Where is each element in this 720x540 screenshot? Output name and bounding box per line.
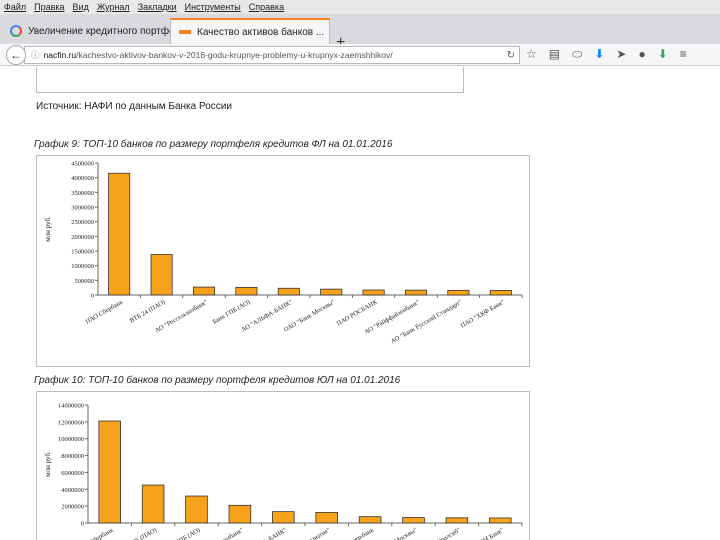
y-tick-label: 1500000 xyxy=(71,249,94,256)
y-tick-label: 2500000 xyxy=(71,219,94,226)
x-tick-label: ВТБ (ПАО) xyxy=(127,527,158,540)
x-tick-label: АО "Банк Русский Стандарт" xyxy=(390,298,464,345)
nav-bar: ⓘ nacfin.ru/kachestvo-aktivov-bankov-v-2… xyxy=(0,44,720,66)
site-favicon-icon xyxy=(179,30,191,34)
y-tick-label: 10000000 xyxy=(58,436,84,443)
menu-history[interactable]: Журнал xyxy=(97,2,130,12)
url-bar[interactable]: ⓘ nacfin.ru/kachestvo-aktivov-bankov-v-2… xyxy=(24,46,520,64)
x-tick-label: ПАО "ХКФ Банк" xyxy=(459,298,506,329)
chart-10-title: График 10: ТОП-10 банков по размеру порт… xyxy=(34,375,401,386)
bar xyxy=(404,289,427,296)
bookmark-star-icon[interactable]: ☆ xyxy=(526,47,537,62)
bar xyxy=(447,289,470,296)
chat-icon[interactable]: ● xyxy=(638,47,645,62)
y-tick-label: 500000 xyxy=(75,278,95,285)
y-tick-label: 3000000 xyxy=(71,205,94,212)
menu-bar: Файл Правка Вид Журнал Закладки Инструме… xyxy=(0,0,720,14)
page-content: Источник: НАФИ по данным Банка России Гр… xyxy=(0,67,720,540)
y-tick-label: 4500000 xyxy=(71,161,94,168)
y-tick-label: 3500000 xyxy=(71,190,94,197)
y-tick-label: 4000000 xyxy=(61,487,84,494)
previous-chart-frame xyxy=(36,67,464,93)
info-icon: ⓘ xyxy=(31,50,40,60)
bar xyxy=(315,512,338,524)
reading-list-icon[interactable]: ▤ xyxy=(549,47,560,62)
send-icon[interactable]: ➤ xyxy=(616,47,626,62)
bar xyxy=(272,511,295,524)
menu-edit[interactable]: Правка xyxy=(34,2,64,12)
menu-file[interactable]: Файл xyxy=(4,2,26,12)
y-tick-label: 1000000 xyxy=(71,263,94,270)
x-tick-label: Банк ГПБ (АО) xyxy=(211,299,251,326)
menu-icon[interactable]: ≡ xyxy=(680,47,687,62)
bar xyxy=(445,517,469,524)
extension-download-icon[interactable]: ⬇ xyxy=(658,47,668,62)
url-host: nacfin.ru xyxy=(43,50,77,60)
bar xyxy=(192,286,215,296)
x-tick-label: ПАО Сбербанк xyxy=(84,298,125,325)
bar xyxy=(108,172,131,296)
menu-help[interactable]: Справка xyxy=(249,2,284,12)
url-path: /kachestvo-aktivov-bankov-v-2016-godu-kr… xyxy=(76,50,393,60)
bar xyxy=(98,420,121,524)
source-note: Источник: НАФИ по данным Банка России xyxy=(36,101,232,112)
bar xyxy=(150,254,173,296)
back-button[interactable]: ← xyxy=(6,45,26,65)
tab-asset-quality[interactable]: Качество активов банков ... × xyxy=(170,18,330,44)
y-tick-label: 8000000 xyxy=(61,453,84,460)
x-tick-label: ПАО "МДМ Банк" xyxy=(457,526,505,540)
pocket-icon[interactable]: ⬭ xyxy=(572,47,582,62)
menu-bookmarks[interactable]: Закладки xyxy=(138,2,177,12)
menu-tools[interactable]: Инструменты xyxy=(185,2,241,12)
bar xyxy=(489,290,512,296)
google-icon xyxy=(10,25,22,37)
x-tick-label: ВТБ 24 (ПАО) xyxy=(129,299,167,325)
bar xyxy=(402,517,425,524)
bar xyxy=(362,289,385,296)
bar xyxy=(185,495,208,524)
y-tick-label: 4000000 xyxy=(71,175,94,182)
tab-credit-growth[interactable]: Увеличение кредитного портфеля крупнейши… xyxy=(2,18,170,44)
y-tick-label: 2000000 xyxy=(61,504,84,511)
y-tick-label: 2000000 xyxy=(71,234,94,241)
chart-9-title: График 9: ТОП-10 банков по размеру портф… xyxy=(34,139,393,150)
tab-title: Качество активов банков ... xyxy=(197,26,325,38)
bar xyxy=(228,504,252,524)
x-tick-label: Банк ГПБ (АО) xyxy=(162,527,202,540)
y-tick-label: 6000000 xyxy=(61,470,84,477)
menu-view[interactable]: Вид xyxy=(73,2,89,12)
toolbar-icons: ☆ ▤ ⬭ ⬇ ➤ ● ⬇ ≡ xyxy=(526,47,687,62)
x-tick-label: ПАО Сбербанк xyxy=(75,526,116,540)
bar xyxy=(320,288,343,296)
download-icon[interactable]: ⬇ xyxy=(594,47,604,62)
tab-bar: Увеличение кредитного портфеля крупнейши… xyxy=(0,14,720,51)
bar xyxy=(358,516,382,524)
bar xyxy=(235,286,258,296)
bar xyxy=(277,287,300,296)
tab-title: Увеличение кредитного портфеля крупнейши… xyxy=(28,25,170,37)
y-axis-label: млн руб. xyxy=(44,451,52,477)
y-tick-label: 0 xyxy=(81,521,84,528)
y-tick-label: 0 xyxy=(91,293,94,300)
chart-10-loans-corporate: 0 2000000 4000000 6000000 8000000 10000000 120… xyxy=(44,403,523,540)
y-axis-label: млн руб. xyxy=(44,216,52,242)
bar xyxy=(141,484,165,524)
y-tick-label: 14000000 xyxy=(58,403,84,410)
x-tick-label: ПАО РОСБАНК xyxy=(336,298,380,327)
reload-icon[interactable]: ↻ xyxy=(507,50,519,61)
bar xyxy=(489,517,512,524)
y-tick-label: 12000000 xyxy=(58,419,84,426)
chart-9-loans-individuals: 0 500000 1000000 1500000 2000000 2500000 30000… xyxy=(44,161,523,345)
